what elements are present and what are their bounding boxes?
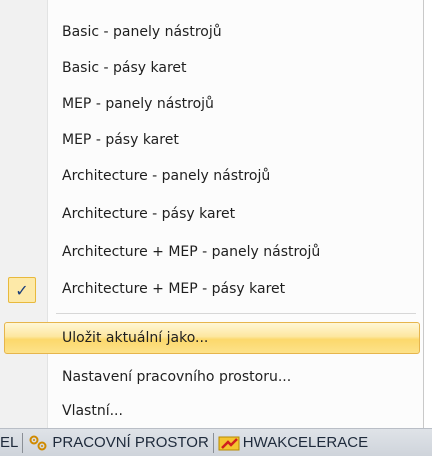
- menu-item-label: Basic - panely nástrojů: [62, 24, 222, 40]
- menu-item-architecture-toolbars[interactable]: Architecture - panely nástrojů: [0, 161, 424, 191]
- menu-item-architecture-ribbons[interactable]: Architecture - pásy karet: [0, 199, 424, 229]
- status-divider: [22, 432, 24, 453]
- status-divider: [212, 432, 214, 453]
- workspace-status-button[interactable]: PRACOVNÍ PROSTOR: [27, 429, 209, 456]
- menu-item-label: Uložit aktuální jako...: [62, 330, 209, 346]
- menu-item-basic-toolbars[interactable]: Basic - panely nástrojů: [0, 17, 424, 47]
- menu-item-label: Architecture + MEP - panely nástrojů: [62, 244, 321, 260]
- menu-item-workspace-settings[interactable]: Nastavení pracovního prostoru...: [0, 362, 424, 392]
- menu-item-custom[interactable]: Vlastní...: [0, 396, 424, 426]
- menu-item-mep-toolbars[interactable]: MEP - panely nástrojů: [0, 89, 424, 119]
- menu-item-label: MEP - panely nástrojů: [62, 96, 214, 112]
- menu-separator: [56, 313, 416, 314]
- menu-item-label: Nastavení pracovního prostoru...: [62, 369, 292, 385]
- workspace-status-label: PRACOVNÍ PROSTOR: [52, 434, 209, 451]
- menu-item-label: Architecture + MEP - pásy karet: [62, 281, 286, 297]
- status-left-label: EL: [0, 434, 19, 451]
- checked-indicator: ✓: [8, 277, 36, 303]
- hw-acceleration-label: HWAKCELERACE: [242, 434, 369, 451]
- menu-item-save-current-as[interactable]: Uložit aktuální jako...: [4, 322, 420, 354]
- menu-item-label: Vlastní...: [62, 403, 123, 419]
- hw-acceleration-status-button[interactable]: HWAKCELERACE: [218, 429, 368, 456]
- menu-item-label: MEP - pásy karet: [62, 132, 179, 148]
- menu-item-basic-ribbons[interactable]: Basic - pásy karet: [0, 53, 424, 83]
- menu-item-label: Architecture - pásy karet: [62, 206, 236, 222]
- menu-item-mep-ribbons[interactable]: MEP - pásy karet: [0, 125, 424, 155]
- checkmark-icon: ✓: [15, 280, 29, 300]
- gear-icon: [29, 435, 47, 450]
- hardware-acceleration-icon: [218, 436, 240, 450]
- menu-item-architecture-mep-toolbars[interactable]: Architecture + MEP - panely nástrojů: [0, 237, 424, 267]
- status-bar: EL PRACOVNÍ PROSTOR HWAKCELERACE: [0, 428, 432, 456]
- menu-item-label: Architecture - panely nástrojů: [62, 168, 271, 184]
- menu-item-label: Basic - pásy karet: [62, 60, 187, 76]
- status-left-fragment[interactable]: EL: [0, 429, 18, 456]
- menu-item-architecture-mep-ribbons[interactable]: ✓ Architecture + MEP - pásy karet: [0, 274, 424, 304]
- workspace-menu: Basic - panely nástrojů Basic - pásy kar…: [0, 0, 424, 428]
